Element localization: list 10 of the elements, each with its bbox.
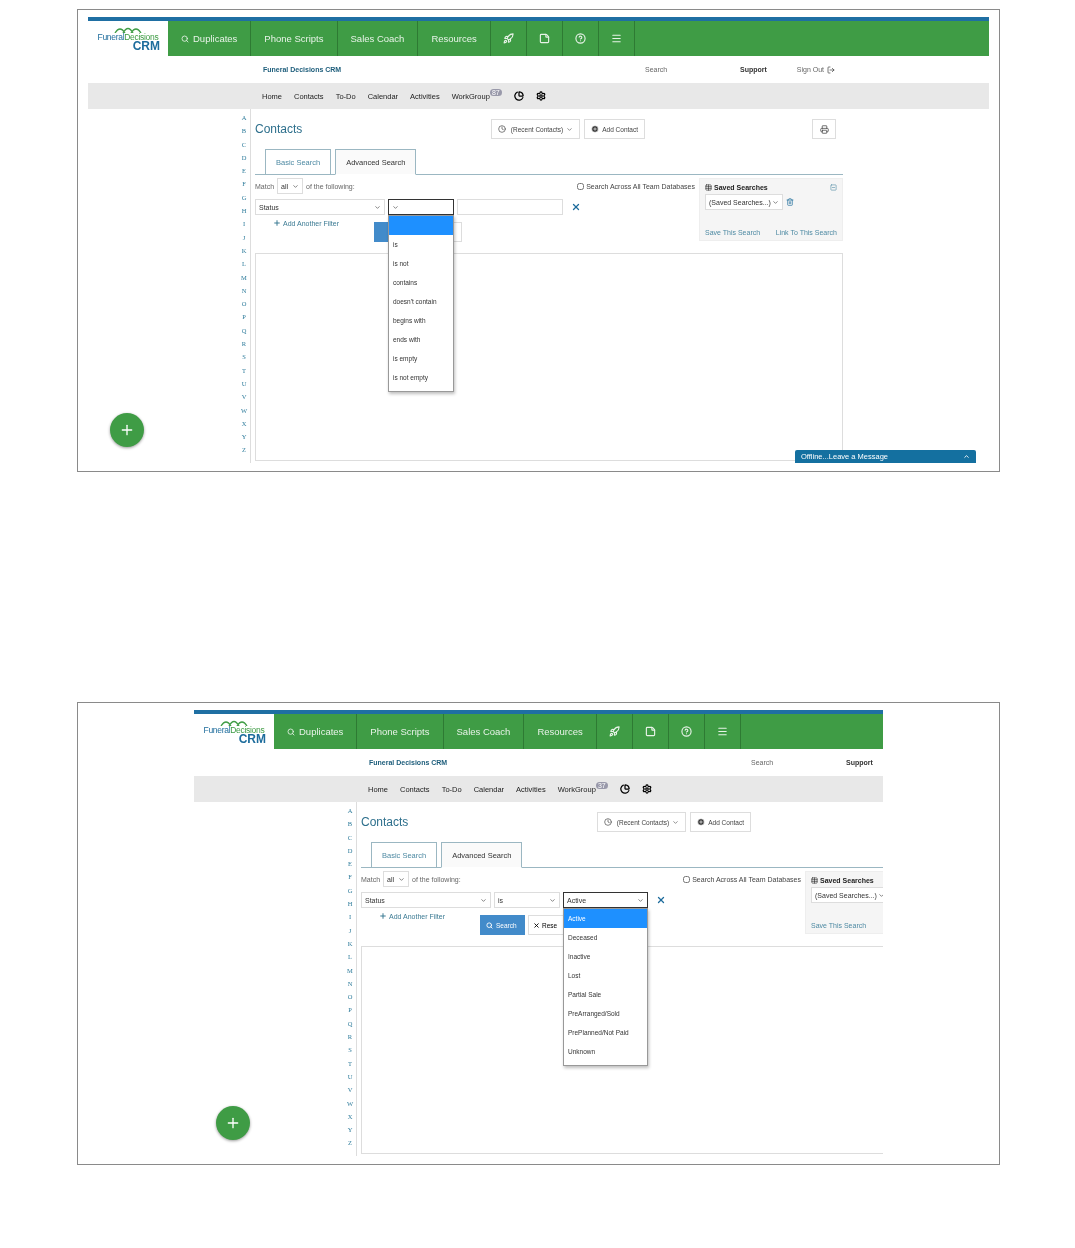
- nav-link[interactable]: Resources: [524, 714, 597, 749]
- nav-link[interactable]: Duplicates: [168, 21, 252, 56]
- nav-link[interactable]: Sales Coach: [443, 714, 525, 749]
- nav-link[interactable]: Phone Scripts: [251, 21, 338, 56]
- nav-link[interactable]: Sales Coach: [337, 21, 419, 56]
- page-title: Contacts: [255, 122, 304, 136]
- nav-link[interactable]: Duplicates: [274, 714, 358, 749]
- page-title: Contacts: [361, 815, 410, 829]
- nav-link[interactable]: Phone Scripts: [357, 714, 444, 749]
- nav-link[interactable]: Resources: [418, 21, 491, 56]
